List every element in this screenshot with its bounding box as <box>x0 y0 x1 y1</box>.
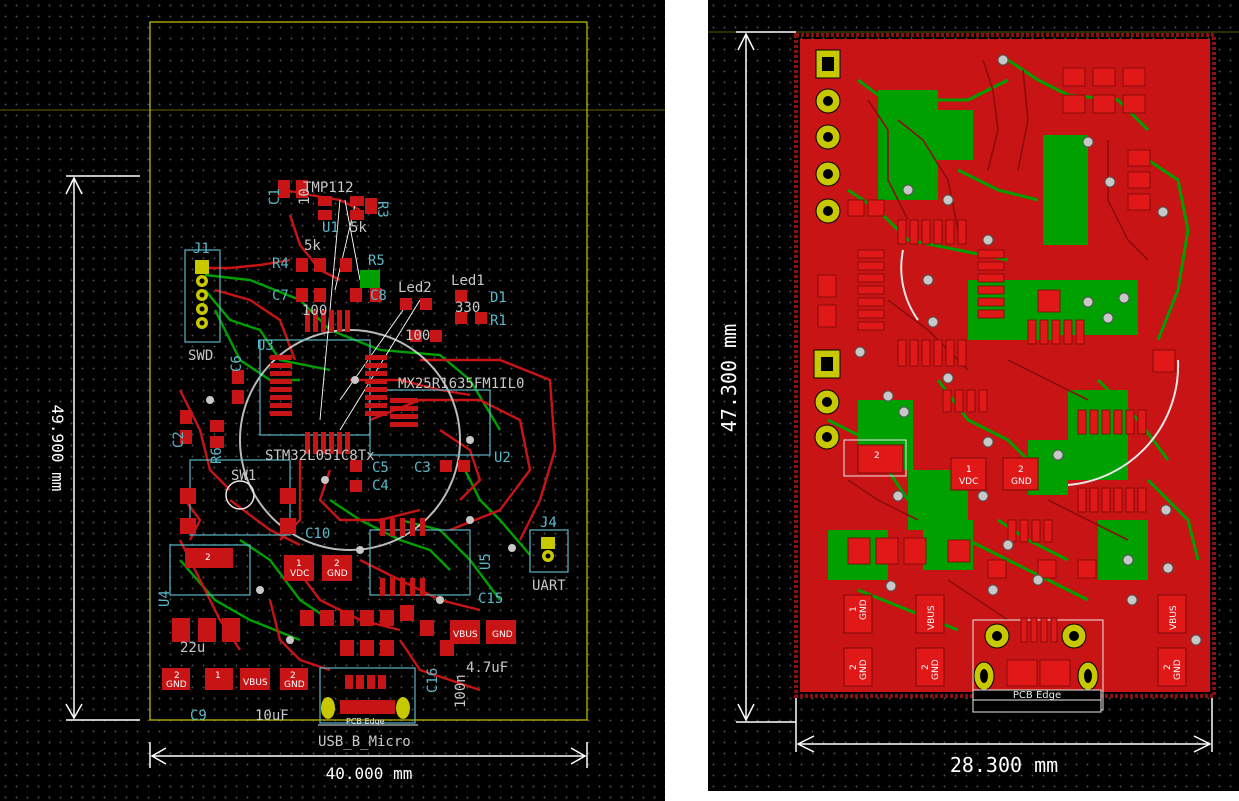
svg-text:C9: C9 <box>190 708 207 724</box>
svg-text:C16: C16 <box>425 668 441 693</box>
svg-text:2: 2 <box>874 451 880 461</box>
svg-text:GND: GND <box>1011 477 1032 487</box>
usb-pads-left <box>340 675 395 714</box>
svg-text:2: 2 <box>334 559 340 569</box>
front-smd-pads <box>172 180 487 656</box>
svg-text:Led1: Led1 <box>451 273 485 289</box>
svg-text:C6: C6 <box>229 355 245 372</box>
svg-text:C5: C5 <box>372 460 389 476</box>
back-pad <box>360 270 380 288</box>
svg-text:22u: 22u <box>180 640 205 656</box>
svg-text:GND: GND <box>327 569 348 579</box>
svg-text:100: 100 <box>405 328 430 344</box>
svg-text:C3: C3 <box>414 460 431 476</box>
svg-text:J4: J4 <box>540 515 557 531</box>
front-copper-zone <box>800 39 1210 692</box>
svg-text:40.000 mm: 40.000 mm <box>326 764 413 783</box>
svg-text:2: 2 <box>921 664 931 670</box>
pcb-view-zones[interactable]: 1 VDC 2 GND 2 1 GND 2 GND VBUS 2 GND VBU… <box>708 0 1239 791</box>
svg-text:D1: D1 <box>490 290 507 306</box>
svg-text:49.900 mm: 49.900 mm <box>48 405 67 492</box>
svg-text:28.300 mm: 28.300 mm <box>950 753 1058 777</box>
svg-text:GND: GND <box>284 680 305 690</box>
svg-text:1: 1 <box>849 606 859 612</box>
svg-text:STM32L051C8Tx: STM32L051C8Tx <box>265 448 375 464</box>
svg-text:5k: 5k <box>304 238 321 254</box>
svg-text:C2: C2 <box>171 431 187 448</box>
pcb-canvas-left: 1 VDC 2 GND VBUS GND 2 GND 1 VBUS 2 GND … <box>0 21 665 783</box>
pcb-view-front[interactable]: 1 VDC 2 GND VBUS GND 2 GND 1 VBUS 2 GND … <box>0 0 665 801</box>
svg-text:C7: C7 <box>272 288 289 304</box>
pcb-edge-marker-right: PCB Edge <box>972 689 1102 713</box>
pcb-canvas-right: 1 VDC 2 GND 2 1 GND 2 GND VBUS 2 GND VBU… <box>708 31 1239 777</box>
svg-text:10: 10 <box>297 188 313 205</box>
svg-text:100n: 100n <box>453 674 469 708</box>
svg-text:2: 2 <box>205 553 211 563</box>
svg-text:2: 2 <box>1163 664 1173 670</box>
svg-text:GND: GND <box>166 680 187 690</box>
svg-text:VDC: VDC <box>959 477 978 487</box>
svg-text:R1: R1 <box>490 313 507 329</box>
svg-text:1: 1 <box>296 559 302 569</box>
svg-text:GND: GND <box>859 599 869 620</box>
svg-text:VBUS: VBUS <box>927 605 937 630</box>
pcb-edge-label-left: PCB Edge <box>346 717 385 726</box>
svg-text:J1: J1 <box>193 241 210 257</box>
svg-text:GND: GND <box>1173 659 1183 680</box>
svg-text:U3: U3 <box>257 338 274 354</box>
svg-text:2: 2 <box>1018 465 1024 475</box>
svg-text:U4: U4 <box>157 590 173 607</box>
svg-text:R6: R6 <box>209 447 225 464</box>
dimension-height-left: 49.900 mm <box>48 175 140 721</box>
svg-text:C10: C10 <box>305 526 330 542</box>
svg-text:VDC: VDC <box>290 569 309 579</box>
dimension-height-right: 47.300 mm <box>717 31 796 723</box>
svg-text:4.7uF: 4.7uF <box>466 660 508 676</box>
svg-text:GND: GND <box>859 659 869 680</box>
button-outline <box>225 480 255 510</box>
svg-text:GND: GND <box>492 630 513 640</box>
svg-text:330: 330 <box>455 300 480 316</box>
svg-text:VBUS: VBUS <box>453 630 478 640</box>
svg-text:100: 100 <box>302 303 327 319</box>
svg-text:C8: C8 <box>370 288 387 304</box>
svg-text:47.300 mm: 47.300 mm <box>717 324 741 432</box>
svg-text:10uF: 10uF <box>255 708 289 724</box>
svg-text:PCB Edge: PCB Edge <box>1013 690 1061 701</box>
svg-text:SW1: SW1 <box>231 468 256 484</box>
svg-text:1: 1 <box>966 465 972 475</box>
vias <box>206 376 516 644</box>
svg-text:U2: U2 <box>494 450 511 466</box>
svg-text:SWD: SWD <box>188 348 213 364</box>
svg-text:C15: C15 <box>478 591 503 607</box>
svg-text:UART: UART <box>532 578 566 594</box>
svg-text:U1: U1 <box>322 220 339 236</box>
svg-text:MX25R1635FM1IL0: MX25R1635FM1IL0 <box>398 376 524 392</box>
svg-text:Led2: Led2 <box>398 280 432 296</box>
svg-text:VBUS: VBUS <box>243 678 268 688</box>
svg-text:C1: C1 <box>267 188 283 205</box>
svg-text:U5: U5 <box>478 553 494 570</box>
svg-text:USB_B_Micro: USB_B_Micro <box>318 734 411 750</box>
svg-text:GND: GND <box>931 659 941 680</box>
svg-text:C4: C4 <box>372 478 389 494</box>
svg-text:5k: 5k <box>350 220 367 236</box>
svg-text:R3: R3 <box>374 201 390 218</box>
svg-text:VBUS: VBUS <box>1169 605 1179 630</box>
svg-text:R4: R4 <box>272 256 289 272</box>
svg-text:1: 1 <box>215 671 221 681</box>
svg-text:R5: R5 <box>368 253 385 269</box>
svg-text:2: 2 <box>849 664 859 670</box>
